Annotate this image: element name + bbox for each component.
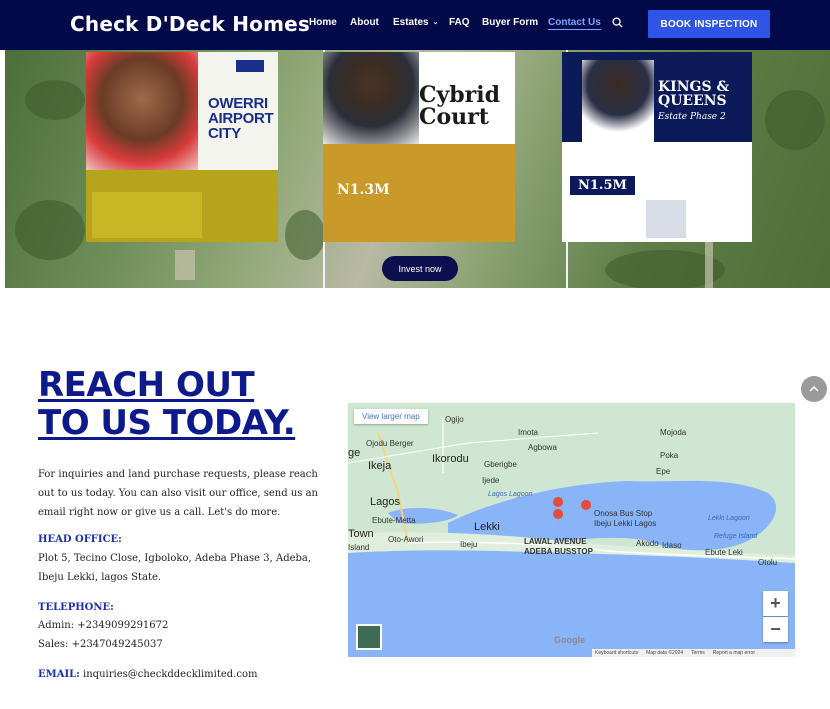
map-label: Epe [656, 467, 671, 476]
map-label: Lagos Lagoon [488, 491, 533, 498]
flyer-details-panel [86, 170, 278, 242]
site-logo-text[interactable]: Check D'Deck Homes [70, 12, 310, 36]
book-inspection-button[interactable]: BOOK INSPECTION [648, 10, 770, 38]
arrow-up-icon [809, 385, 819, 392]
map-label: Ikorodu [432, 453, 469, 465]
invest-now-button[interactable]: Invest now [382, 256, 458, 281]
zoom-out-button[interactable]: − [763, 617, 788, 642]
admin-phone[interactable]: Admin: +2349099291672 [38, 616, 318, 635]
map-label: Agbowa [528, 443, 557, 452]
nav-buyer-form[interactable]: Buyer Form [482, 17, 538, 28]
map-label: Mojoda [660, 428, 687, 437]
keyboard-shortcuts-link[interactable]: Keyboard shortcuts [595, 650, 638, 656]
map-label: Ebute Leki [705, 548, 743, 557]
owerri-airport-city-flyer[interactable]: OWERRI AIRPORT CITY [86, 52, 278, 242]
map-label: ge [348, 447, 361, 459]
map-label: Lekki [474, 521, 500, 533]
report-map-error-link[interactable]: Report a map error [713, 650, 755, 656]
search-icon[interactable] [612, 17, 623, 28]
nav-estates[interactable]: Estates ⌄ [393, 17, 438, 28]
agent-photo [323, 52, 419, 144]
map-label: Ibeju Lekki Lagos [594, 519, 657, 528]
scroll-to-top-button[interactable] [801, 376, 827, 402]
map-label: Ikeja [368, 460, 392, 472]
nav-faq[interactable]: FAQ [449, 17, 470, 28]
flyer-title: KINGS & QUEENS Estate Phase 2 [658, 79, 730, 122]
company-logo [236, 60, 264, 72]
head-office-label: HEAD OFFICE: [38, 534, 122, 545]
map-label: Ibeju [460, 540, 478, 549]
flyer-price: N1.3M [337, 182, 390, 198]
map-label: LAWAL AVENUE [524, 537, 587, 546]
map-label: Otolu [758, 558, 778, 567]
terms-link[interactable]: Terms [691, 650, 705, 656]
location-map[interactable]: View larger map Ogijo Imota Mojoda Ojodu… [348, 403, 795, 657]
map-label: Island [348, 543, 370, 552]
map-label: Oto-Awori [388, 535, 424, 544]
map-label: Akodo [636, 539, 659, 548]
map-label: Ogijo [445, 415, 464, 424]
sales-phone[interactable]: Sales: +2347049245037 [38, 635, 318, 654]
contact-intro-text: For inquiries and land purchase requests… [38, 469, 318, 518]
agent-photo [582, 60, 654, 142]
flyer-title: Cybrid Court [419, 82, 501, 130]
chevron-down-icon: ⌄ [432, 19, 439, 26]
map-label: Town [348, 528, 374, 540]
house-illustration [646, 200, 686, 238]
map-label: Ojodu Berger [366, 439, 414, 448]
head-office-address: Plot 5, Tecino Close, Igboloko, Adeba Ph… [38, 553, 312, 583]
nav-about[interactable]: About [350, 17, 379, 28]
couple-photo [86, 52, 198, 170]
nav-contact-us[interactable]: Contact Us [548, 17, 601, 30]
nav-home[interactable]: Home [309, 17, 337, 28]
google-logo: Google [554, 635, 585, 645]
map-attribution-bar: Keyboard shortcuts Map data ©2024 Terms … [592, 649, 795, 657]
cybrid-court-flyer[interactable]: Cybrid Court N1.3M [323, 52, 515, 242]
map-label: Ijede [482, 476, 500, 485]
map-data-text: Map data ©2024 [646, 650, 684, 656]
map-background [348, 403, 795, 657]
email-address[interactable]: inquiries@checkddecklimited.com [83, 669, 257, 680]
map-label: Idaso [662, 541, 682, 550]
contact-heading: REACH OUT TO US TODAY. [38, 365, 296, 443]
map-label: Gberigbe [484, 460, 517, 469]
map-label: Poka [660, 451, 679, 460]
email-line: EMAIL: inquiries@checkddecklimited.com [38, 665, 318, 684]
flyer-price: N1.5M [570, 176, 635, 195]
map-label: Ebute-Metta [372, 516, 416, 525]
view-larger-map-link[interactable]: View larger map [354, 409, 428, 424]
top-navigation-bar: Check D'Deck Homes Home About Estates ⌄ F… [0, 0, 830, 50]
map-label: Lagos [370, 496, 400, 508]
map-label: Imota [518, 428, 539, 437]
map-label: Refuge Island [714, 533, 758, 540]
map-label: Onosa Bus Stop [594, 509, 653, 518]
kings-queens-flyer[interactable]: KINGS & QUEENS Estate Phase 2 N1.5M [562, 52, 752, 242]
flyer-title: OWERRI AIRPORT CITY [208, 95, 274, 142]
email-label: EMAIL: [38, 669, 80, 680]
telephone-label: TELEPHONE: [38, 602, 114, 613]
estates-banner: OWERRI AIRPORT CITY Cybrid Court N1.3M KIN… [5, 50, 830, 288]
map-label: ADEBA BUSSTOP [524, 547, 593, 556]
map-label: Lekki Lagoon [708, 515, 750, 522]
map-type-toggle[interactable] [356, 624, 382, 650]
zoom-in-button[interactable]: + [763, 591, 788, 616]
nav-estates-label: Estates [393, 17, 429, 28]
